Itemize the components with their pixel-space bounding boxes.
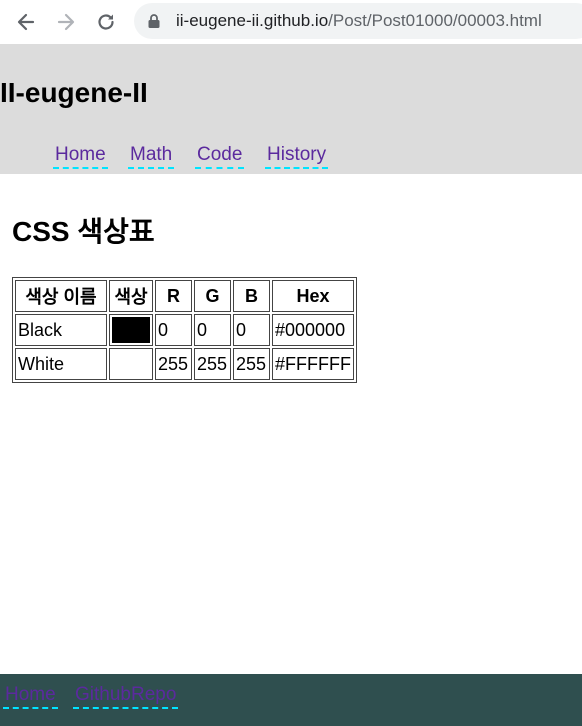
lock-icon — [148, 14, 160, 33]
cell-r: 255 — [155, 348, 192, 380]
cell-g: 255 — [194, 348, 231, 380]
arrow-left-icon — [16, 12, 36, 32]
footer-github-repo-link[interactable]: GithubRepo — [73, 684, 179, 709]
footer-home-link[interactable]: Home — [3, 684, 58, 709]
cell-swatch — [109, 314, 153, 346]
table-row: Black 0 0 0 #000000 — [15, 314, 354, 346]
color-swatch — [112, 317, 150, 343]
address-bar[interactable]: ii-eugene-ii.github.io/Post/Post01000/00… — [134, 3, 582, 39]
site-footer: Home GithubRepo — [0, 674, 582, 726]
forward-button[interactable] — [52, 8, 80, 36]
url-text: ii-eugene-ii.github.io/Post/Post01000/00… — [176, 11, 542, 31]
cell-hex: #FFFFFF — [272, 348, 354, 380]
cell-swatch — [109, 348, 153, 380]
reload-button[interactable] — [92, 8, 120, 36]
nav-code-link[interactable]: Code — [195, 144, 245, 169]
header-color: 색상 — [109, 280, 153, 312]
nav-home-link[interactable]: Home — [53, 144, 108, 169]
site-title: II-eugene-II — [0, 77, 148, 108]
nav-history-link[interactable]: History — [265, 144, 329, 169]
header-color-name: 색상 이름 — [15, 280, 107, 312]
table-header-row: 색상 이름 색상 R G B Hex — [15, 280, 354, 312]
cell-b: 255 — [233, 348, 270, 380]
site-header: II-eugene-II Home Math Code History — [0, 44, 582, 174]
color-table: 색상 이름 색상 R G B Hex Black 0 0 0 #000000 W… — [12, 277, 357, 383]
page-heading: CSS 색상표 — [12, 216, 155, 247]
back-button[interactable] — [12, 8, 40, 36]
header-r: R — [155, 280, 192, 312]
arrow-right-icon — [56, 12, 76, 32]
header-g: G — [194, 280, 231, 312]
table-row: White 255 255 255 #FFFFFF — [15, 348, 354, 380]
nav-math-link[interactable]: Math — [128, 144, 175, 169]
cell-hex: #000000 — [272, 314, 354, 346]
reload-icon — [96, 12, 116, 32]
cell-r: 0 — [155, 314, 192, 346]
url-domain: ii-eugene-ii.github.io — [176, 11, 329, 30]
cell-b: 0 — [233, 314, 270, 346]
browser-toolbar: ii-eugene-ii.github.io/Post/Post01000/00… — [0, 0, 582, 44]
color-swatch — [112, 351, 150, 377]
cell-g: 0 — [194, 314, 231, 346]
header-hex: Hex — [272, 280, 354, 312]
url-path: /Post/Post01000/00003.html — [328, 11, 542, 30]
header-b: B — [233, 280, 270, 312]
cell-color-name: White — [15, 348, 107, 380]
cell-color-name: Black — [15, 314, 107, 346]
